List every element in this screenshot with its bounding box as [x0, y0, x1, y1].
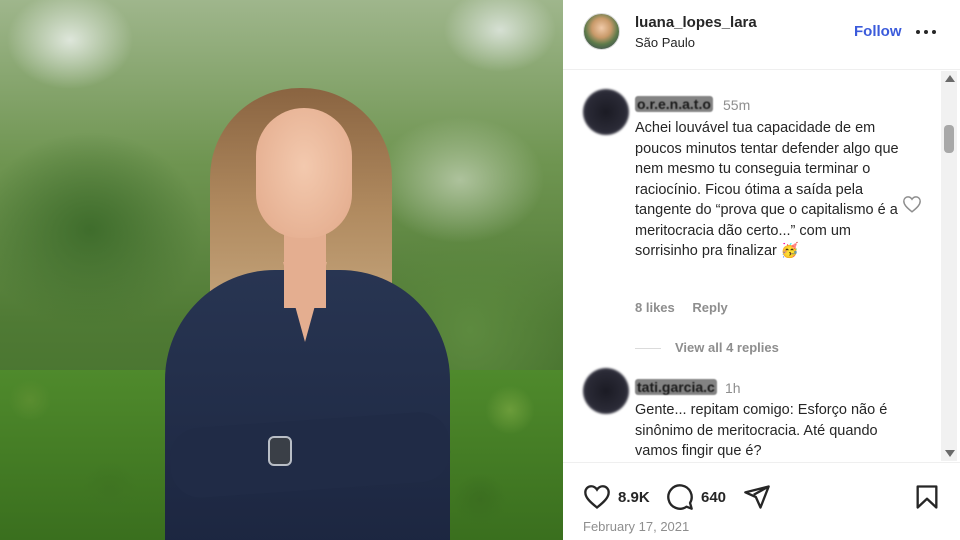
comment-likes[interactable]: 8 likes [635, 300, 675, 315]
comment-text: Achei louvável tua capacidade de em pouc… [635, 120, 899, 259]
comments-list: o.r.e.n.a.t.o 55m Achei louvável tua cap… [563, 71, 960, 461]
scroll-down-arrow-icon[interactable] [945, 450, 955, 457]
post-actions: 8.9K 640 February 17, 2021 [563, 462, 960, 540]
scrollbar-thumb[interactable] [944, 125, 954, 153]
commenter-username[interactable]: tati.garcia.c [635, 379, 717, 395]
author-username[interactable]: luana_lopes_lara [635, 14, 757, 31]
post-sidebar: luana_lopes_lara São Paulo Follow o.r.e.… [563, 0, 960, 540]
smartwatch [268, 436, 292, 466]
commenter-username[interactable]: o.r.e.n.a.t.o [635, 96, 713, 112]
bookmark-icon[interactable] [913, 483, 941, 511]
more-options-icon[interactable] [916, 22, 938, 42]
post-date[interactable]: February 17, 2021 [583, 519, 689, 534]
comments-scrollbar[interactable] [941, 71, 957, 461]
heart-icon[interactable] [583, 483, 611, 511]
post-location[interactable]: São Paulo [635, 35, 695, 50]
share-icon[interactable] [743, 483, 771, 511]
comment-text: Gente... repitam comigo: Esforço não é s… [635, 402, 888, 459]
comment-icon[interactable] [666, 483, 694, 511]
comment-timestamp[interactable]: 1h [725, 380, 741, 396]
person-face [256, 108, 352, 238]
commenter-avatar[interactable] [583, 368, 629, 414]
person-neckline [283, 262, 327, 342]
post-header: luana_lopes_lara São Paulo Follow [563, 0, 960, 70]
replies-divider [635, 348, 661, 350]
heart-outline-icon[interactable] [902, 195, 922, 213]
view-replies-label: View all 4 replies [675, 340, 779, 355]
comments-count[interactable]: 640 [701, 489, 726, 506]
view-replies-button[interactable]: View all 4 replies [635, 340, 779, 355]
likes-count[interactable]: 8.9K [618, 489, 650, 506]
post-photo[interactable] [0, 0, 563, 540]
reply-button[interactable]: Reply [692, 300, 727, 315]
commenter-avatar[interactable] [583, 89, 629, 135]
follow-button[interactable]: Follow [854, 23, 902, 40]
scroll-up-arrow-icon[interactable] [945, 75, 955, 82]
comment-meta: 8 likes Reply [635, 300, 742, 315]
author-avatar[interactable] [583, 13, 620, 50]
comment-timestamp[interactable]: 55m [723, 97, 750, 113]
